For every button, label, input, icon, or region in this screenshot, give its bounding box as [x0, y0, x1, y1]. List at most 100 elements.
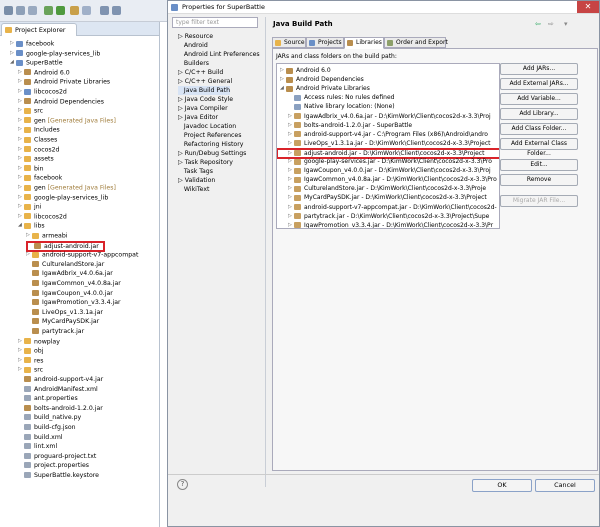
close-icon[interactable]: ✕ — [577, 1, 599, 13]
tree-item[interactable]: ◢ SuperBattle — [10, 58, 63, 67]
tree-item[interactable]: IgawPromotion_v3.3.4.jar — [26, 298, 121, 307]
category-item[interactable]: ▷ Resource — [178, 32, 213, 41]
tree-item[interactable]: CulturelandStore.jar — [26, 260, 104, 269]
back-icon[interactable]: ⇦ — [535, 20, 541, 28]
category-item[interactable]: Java Build Path — [178, 86, 231, 95]
category-item[interactable]: ▷ Java Editor — [178, 113, 218, 122]
library-entry[interactable]: ▷ IgawAdbrix_v4.0.6a.jar - D:\KimWork\Cli… — [288, 112, 491, 121]
category-item[interactable]: ▷ Java Code Style — [178, 95, 233, 104]
library-entry[interactable]: ▷ IgawCommon_v4.0.8a.jar - D:\KimWork\Cli… — [288, 175, 497, 184]
category-item[interactable]: ▷ Java Compiler — [178, 104, 228, 113]
category-item[interactable]: Javadoc Location — [178, 122, 236, 131]
tree-item[interactable]: ▷ Android Private Libraries — [18, 77, 110, 86]
tree-item[interactable]: IgawAdbrix_v4.0.6a.jar — [26, 269, 113, 278]
tree-item[interactable]: lint.xml — [18, 442, 57, 451]
tab-order-export[interactable]: Order and Export — [384, 37, 448, 48]
nav-forward-icon[interactable] — [112, 6, 121, 15]
tree-item[interactable]: ▷ src — [18, 106, 43, 115]
button-add-variable[interactable]: Add Variable... — [500, 93, 578, 105]
library-entry[interactable]: Access rules: No rules defined — [288, 93, 394, 102]
library-entry[interactable]: ▷ LiveOps_v1.3.1a.jar - D:\KimWork\Client… — [288, 139, 490, 148]
tree-item[interactable]: ▷ google-play-services_lib — [18, 193, 108, 202]
tree-item[interactable]: partytrack.jar — [26, 327, 84, 336]
button-add-jars[interactable]: Add JARs... — [500, 63, 578, 75]
category-item[interactable]: Task Tags — [178, 167, 213, 176]
tree-item[interactable]: bolts-android-1.2.0.jar — [18, 404, 103, 413]
run-icon[interactable] — [56, 6, 65, 15]
tree-item[interactable]: ▷ Classes — [18, 135, 57, 144]
button-remove[interactable]: Remove — [500, 174, 578, 186]
category-item[interactable]: ▷ C/C++ Build — [178, 68, 223, 77]
category-item[interactable]: WikiText — [178, 185, 210, 194]
cancel-button[interactable]: Cancel — [535, 479, 595, 492]
tree-item[interactable]: SuperBattle.keystore — [18, 471, 99, 480]
tree-item[interactable]: ▷ facebook — [10, 39, 54, 48]
library-list[interactable]: ▷ Android 6.0 ▷ Android Dependencies ◢ Androi… — [276, 63, 500, 229]
new-icon[interactable] — [4, 6, 13, 15]
tree-item[interactable]: ▷ android-support-v7-appcompat — [26, 250, 138, 259]
tree-item[interactable]: ▷ Android 6.0 — [18, 68, 70, 77]
library-entry[interactable]: ▷ google-play-services.jar - D:\KimWork\C… — [288, 157, 492, 166]
library-entry[interactable]: ▷ android-support-v4.jar - C:\Program Fil… — [288, 130, 488, 139]
library-entry[interactable]: ◢ Android Private Libraries — [280, 84, 370, 93]
tree-item[interactable]: AndroidManifest.xml — [18, 385, 98, 394]
library-entry[interactable]: ▷ Android 6.0 — [280, 66, 331, 75]
tree-item[interactable]: ▷ obj — [18, 346, 43, 355]
tab-source[interactable]: Source — [272, 37, 306, 48]
tree-item[interactable]: MyCardPaySDK.jar — [26, 317, 99, 326]
button-add-class-folder[interactable]: Add Class Folder... — [500, 123, 578, 135]
tree-item[interactable]: LiveOps_v1.3.1a.jar — [26, 308, 103, 317]
button-migrate-jar-file[interactable]: Migrate JAR File... — [500, 195, 578, 207]
debug-icon[interactable] — [44, 6, 53, 15]
tree-item[interactable]: project.properties — [18, 461, 89, 470]
tree-item[interactable]: ▷ google-play-services_lib — [10, 49, 100, 58]
view-menu-icon[interactable]: ▾ — [564, 20, 568, 28]
tree-item[interactable]: ▷ src — [18, 365, 43, 374]
library-entry[interactable]: ▷ partytrack.jar - D:\KimWork\Client\coco… — [288, 212, 489, 221]
tree-item[interactable]: ▷ libcocos2d — [18, 212, 67, 221]
tab-project-explorer[interactable]: Project Explorer — [1, 23, 77, 36]
tree-item[interactable]: build_native.py — [18, 413, 81, 422]
tree-item[interactable]: ◢ libs — [18, 221, 45, 230]
library-entry[interactable]: ▷ IgawCoupon_v4.0.0.jar - D:\KimWork\Clie… — [288, 166, 491, 175]
ok-button[interactable]: OK — [472, 479, 532, 492]
library-entry[interactable]: ▷ bolts-android-1.2.0.jar - SuperBattle — [288, 121, 412, 130]
button-add-external-jars[interactable]: Add External JARs... — [500, 78, 578, 90]
category-item[interactable]: ▷ Validation — [178, 176, 215, 185]
filter-input[interactable]: type filter text — [172, 17, 258, 28]
category-item[interactable]: ▷ Task Repository — [178, 158, 233, 167]
category-item[interactable]: ▷ Run/Debug Settings — [178, 149, 246, 158]
category-item[interactable]: Android Lint Preferences — [178, 50, 260, 59]
library-entry[interactable]: ▷ IgawPromotion_v3.3.4.jar - D:\KimWork\C… — [288, 221, 493, 228]
category-item[interactable]: Android — [178, 41, 208, 50]
tree-item[interactable]: ▷ assets — [18, 154, 54, 163]
tree-item[interactable]: ▷ bin — [18, 164, 44, 173]
library-entry[interactable]: ▷ MyCardPaySDK.jar - D:\KimWork\Client\co… — [288, 193, 487, 202]
tree-item[interactable]: ▷ gen [Generated Java Files] — [18, 116, 116, 125]
tree-item[interactable]: android-support-v4.jar — [18, 375, 103, 384]
forward-icon[interactable]: ⇨ — [548, 20, 554, 28]
tree-item[interactable]: ▷ armeabi — [26, 231, 68, 240]
library-entry[interactable]: ▷ CulturelandStore.jar - D:\KimWork\Clien… — [288, 184, 486, 193]
tree-item[interactable]: build.xml — [18, 433, 63, 442]
search-icon[interactable] — [82, 6, 91, 15]
library-entry[interactable]: ▷ Android Dependencies — [280, 75, 364, 84]
button-add-external-class-folder[interactable]: Add External Class Folder... — [500, 138, 578, 157]
tree-item[interactable]: proguard-project.txt — [18, 452, 96, 461]
category-item[interactable]: Builders — [178, 59, 209, 68]
tree-item[interactable]: ▷ gen [Generated Java Files] — [18, 183, 116, 192]
library-entry[interactable]: ▷ android-support-v7-appcompat.jar - D:\K… — [288, 203, 497, 212]
tree-item[interactable]: ▷ libcocos2d — [18, 87, 67, 96]
tree-item[interactable]: IgawCommon_v4.0.8a.jar — [26, 279, 121, 288]
tree-item[interactable]: ant.properties — [18, 394, 78, 403]
category-item[interactable]: ▷ C/C++ General — [178, 77, 232, 86]
tree-item[interactable]: build-cfg.json — [18, 423, 76, 432]
tree-item[interactable]: ▷ jni — [18, 202, 41, 211]
button-edit[interactable]: Edit... — [500, 159, 578, 171]
tab-projects[interactable]: Projects — [306, 37, 344, 48]
open-type-icon[interactable] — [70, 6, 79, 15]
tree-item[interactable]: ▷ Android Dependencies — [18, 97, 104, 106]
tree-item[interactable]: ▷ Includes — [18, 125, 60, 134]
tree-item[interactable]: ▷ nowplay — [18, 337, 60, 346]
print-icon[interactable] — [28, 6, 37, 15]
